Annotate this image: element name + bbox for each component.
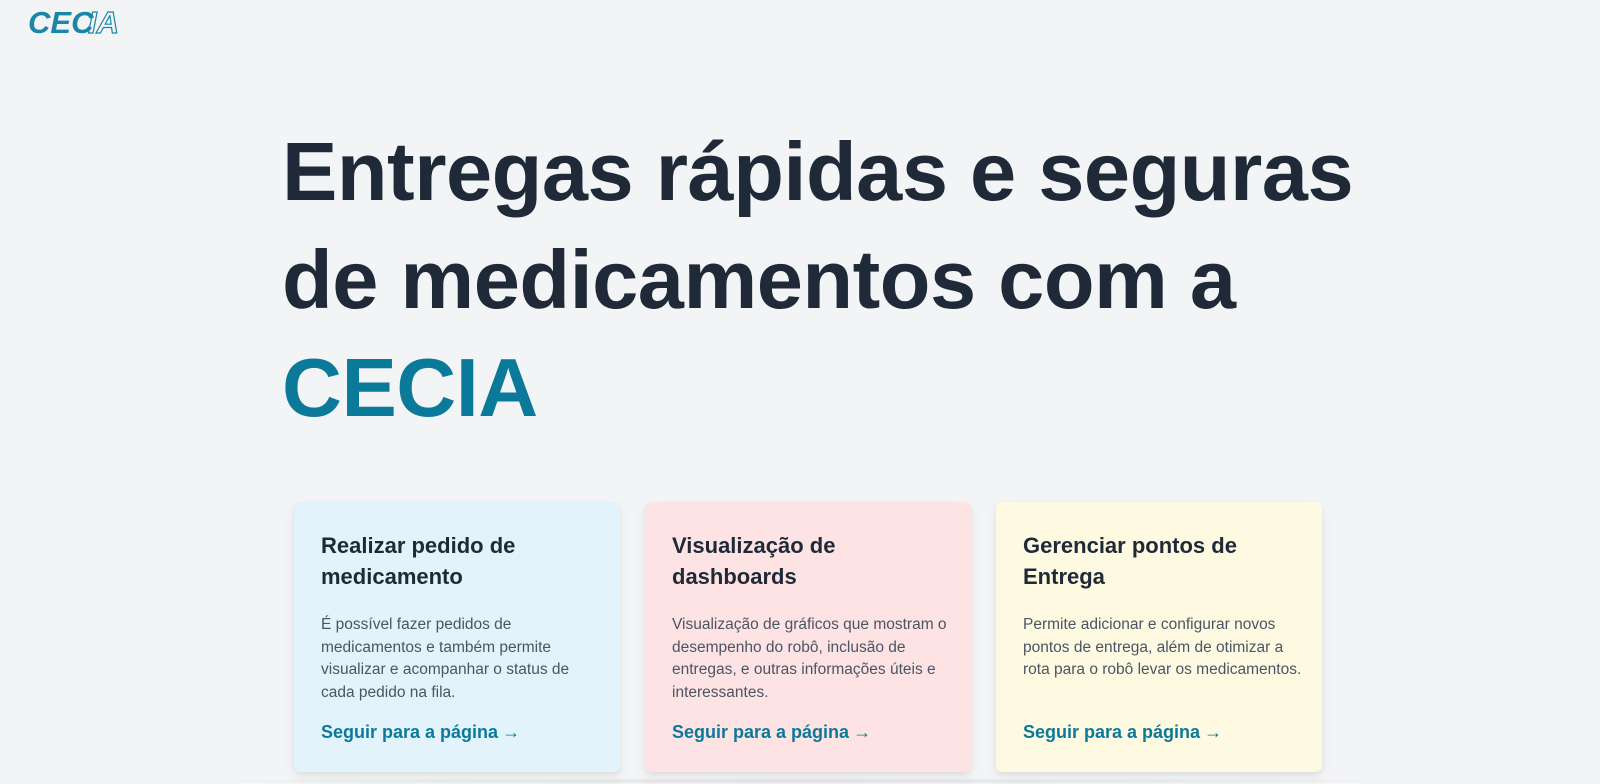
card-title: Gerenciar pontos de Entrega: [1023, 533, 1237, 589]
arrow-right-icon: →: [1204, 722, 1223, 742]
hero-brand: CECIA: [282, 341, 538, 434]
cecia-logo[interactable]: CEC IA: [28, 6, 128, 38]
hero-line-1: Entregas rápidas e seguras: [282, 125, 1354, 218]
card-link-label: Seguir para a página: [1023, 722, 1201, 742]
card-link-label: Seguir para a página: [672, 722, 850, 742]
logo-text-ia: IA: [88, 6, 119, 38]
arrow-right-icon: →: [853, 722, 872, 742]
card-description: É possível fazer pedidos de medicamentos…: [321, 616, 570, 701]
feature-cards: Realizar pedido de medicamento É possíve…: [294, 502, 1324, 774]
card-order-medication: Realizar pedido de medicamento É possíve…: [294, 502, 620, 772]
footer-shadow: [120, 778, 1480, 784]
hero-line-2: de medicamentos com a: [282, 233, 1236, 326]
card-description: Visualização de gráficos que mostram o d…: [672, 616, 947, 701]
card-link-delivery-points[interactable]: Seguir para a página →: [1023, 721, 1222, 743]
card-link-dashboards[interactable]: Seguir para a página →: [672, 721, 871, 743]
card-link-order[interactable]: Seguir para a página →: [321, 721, 520, 743]
card-title: Visualização de dashboards: [672, 533, 836, 589]
card-description: Permite adicionar e configurar novos pon…: [1023, 616, 1302, 678]
card-delivery-points: Gerenciar pontos de Entrega Permite adic…: [996, 502, 1322, 772]
logo-text-cec: CEC: [28, 6, 94, 38]
hero-heading: Entregas rápidas e seguras de medicament…: [282, 118, 1354, 442]
card-dashboards: Visualização de dashboards Visualização …: [645, 502, 971, 772]
arrow-right-icon: →: [502, 722, 521, 742]
card-title: Realizar pedido de medicamento: [321, 533, 516, 589]
card-link-label: Seguir para a página: [321, 722, 499, 742]
